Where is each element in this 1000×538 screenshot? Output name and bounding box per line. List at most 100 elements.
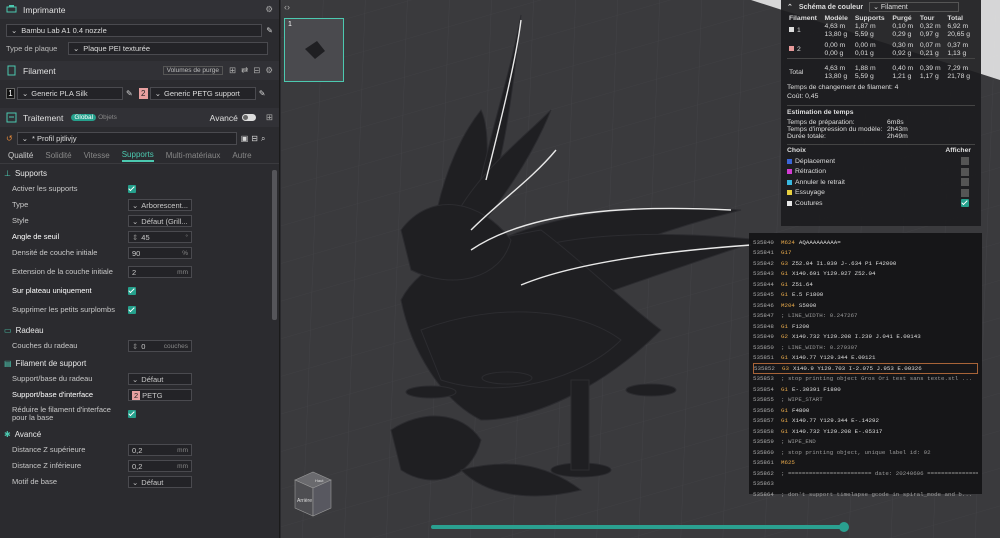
table-cell: 0,39 m [917, 58, 946, 73]
slider-handle[interactable] [839, 522, 849, 532]
table-cell: 4,63 m [822, 58, 853, 73]
travel-swatch [787, 158, 792, 164]
filament-slot-1-badge: 1 [6, 87, 15, 99]
z-top-input[interactable]: 0,2 mm [128, 444, 192, 456]
gcode-line-number: 535859 [753, 438, 774, 446]
retraction-checkbox[interactable] [961, 167, 969, 176]
sync-icon[interactable]: ⇄ [241, 65, 248, 76]
chevron-down-icon: ⌄ [21, 134, 28, 143]
purge-volumes-button[interactable]: Volumes de purge [162, 66, 223, 75]
gcode-line-number: 535853 [753, 375, 774, 383]
tab-multimaterial[interactable]: Multi-matériaux [166, 151, 221, 160]
support-filament-icon: ▤ [4, 359, 12, 368]
reduce-interface-checkbox[interactable] [128, 410, 136, 418]
initial-density-value: 90 [132, 248, 141, 258]
gcode-line-number: 535862 [753, 469, 774, 477]
tab-quality[interactable]: Qualité [8, 151, 33, 160]
gcode-args: X140.691 Y129.027 Z52.04 [791, 270, 876, 278]
collapse-icon[interactable]: ‹› [284, 2, 294, 12]
wipe-checkbox[interactable] [961, 188, 969, 197]
objects-toggle[interactable]: Objets [98, 114, 117, 121]
edit-icon[interactable]: ✎ [126, 89, 133, 98]
z-top-unit: mm [177, 446, 188, 454]
threshold-angle-input[interactable]: ⇕ 45 ° [128, 231, 192, 243]
interface-select[interactable]: 2 PETG [128, 389, 192, 401]
remove-filament-icon[interactable]: ⊟ [253, 65, 260, 76]
delete-icon[interactable]: ⊟ [251, 134, 258, 143]
total-label: Total [787, 58, 823, 81]
initial-extension-input[interactable]: 2 mm [128, 266, 192, 278]
prep-time-value: 6m8s [887, 119, 904, 126]
z-bottom-label: Distance Z inférieure [12, 461, 82, 470]
raft-layers-input[interactable]: ⇕ 0 couches [128, 340, 192, 352]
table-cell: 1,13 g [947, 50, 967, 57]
gcode-line-number: 535846 [753, 301, 774, 309]
gcode-args: ; WIPE_END [781, 438, 816, 446]
style-select[interactable]: ⌄ Défaut (Grill... [128, 215, 192, 227]
edit-icon[interactable]: ✎ [259, 89, 266, 98]
show-header: Afficher [945, 147, 971, 154]
gcode-line: 535861 M625 [753, 458, 978, 469]
reset-icon[interactable]: ↺ [6, 134, 13, 143]
color-scheme-select[interactable]: ⌄ Filament [869, 2, 960, 12]
tab-strength[interactable]: Solidité [45, 151, 71, 160]
filament-icon [6, 65, 17, 76]
table-cell: 0,92 g [892, 50, 912, 57]
save-icon[interactable]: ▣ [241, 134, 249, 143]
printer-header: Imprimante ⚙ [0, 0, 279, 19]
seams-checkbox[interactable] [961, 199, 969, 208]
choice-wipe: Essuyage [795, 189, 825, 197]
unretract-checkbox[interactable] [961, 178, 969, 187]
settings-icon[interactable]: ⚙ [265, 65, 273, 76]
table-cell: 0,00 m [854, 42, 876, 49]
compare-icon[interactable]: ⊞ [266, 112, 273, 123]
chevron-down-icon: ⌄ [873, 4, 881, 11]
initial-density-label: Densité de couche initiale [12, 248, 98, 257]
travel-checkbox[interactable] [961, 157, 969, 166]
filament-table: Filament Modèle Supports Purgé Tour Tota… [787, 15, 975, 81]
gcode-line: 535854 G1 E-.30391 F1800 [753, 384, 978, 395]
gcode-line: 535860 ; stop printing object, unique lab… [753, 447, 978, 458]
scrollbar[interactable] [272, 170, 277, 320]
search-icon[interactable]: ⌕ [261, 134, 265, 144]
printer-select[interactable]: ⌄ Bambu Lab A1 0.4 nozzle [6, 23, 263, 37]
plate-only-checkbox[interactable] [128, 287, 136, 295]
gcode-line-number: 535847 [753, 312, 774, 320]
tab-speed[interactable]: Vitesse [84, 151, 110, 160]
3d-viewport[interactable]: ‹› 1 ⌃ Schéma de couleur ⌄ Filament Filame… [281, 0, 1000, 538]
plate-thumbnail[interactable]: 1 [284, 18, 344, 82]
initial-density-input[interactable]: 90% [128, 247, 192, 259]
edit-icon[interactable]: ✎ [266, 26, 273, 35]
filament-slot-2-select[interactable]: ⌄ Generic PETG support [149, 86, 256, 100]
filament-slot-1-select[interactable]: ⌄ Generic PLA Silk [17, 86, 123, 100]
filament-1-id: 1 [797, 27, 801, 34]
type-select[interactable]: ⌄ Arborescent... [128, 199, 192, 211]
base-pattern-select[interactable]: ⌄ Défaut [128, 476, 192, 488]
tab-other[interactable]: Autre [232, 151, 251, 160]
add-filament-icon[interactable]: ⊞ [229, 65, 236, 76]
gcode-line-number: 535842 [753, 259, 774, 267]
gcode-command: G1 [781, 270, 788, 278]
plate-type-select[interactable]: ⌄ Plaque PEI texturée [68, 41, 268, 55]
advanced-switch[interactable] [241, 114, 256, 121]
gcode-args: X140.9 Y129.703 I-2.075 J.953 E.00326 [792, 364, 922, 372]
view-cube[interactable]: Haut Arrière [291, 468, 333, 520]
stepper-icon[interactable]: ⇕ [132, 342, 138, 351]
raft-icon: ▭ [4, 326, 12, 335]
process-profile-select[interactable]: ⌄ * Profil pjtlivjy [16, 132, 237, 145]
stepper-icon[interactable]: ⇕ [132, 233, 138, 242]
raft-base-select[interactable]: ⌄ Défaut [128, 373, 192, 385]
z-bottom-input[interactable]: 0,2 mm [128, 460, 192, 472]
layer-slider[interactable] [431, 522, 849, 532]
style-label: Style [12, 216, 29, 225]
enable-supports-checkbox[interactable] [128, 185, 136, 193]
gcode-args: ; don't support timelapse gcode in spira… [781, 490, 973, 498]
global-toggle[interactable]: Global [71, 114, 97, 121]
printer-settings-icon[interactable]: ⚙ [265, 4, 273, 15]
interface-badge: 2 [132, 390, 141, 400]
collapse-legend-icon[interactable]: ⌃ [787, 3, 793, 11]
gcode-viewer: 535840 M624 AQAAAAAAAAA= 535841 G17 535842 G3 Z… [749, 233, 982, 498]
model-time-value: 2h43m [887, 126, 908, 133]
tab-supports[interactable]: Supports [121, 150, 154, 162]
remove-small-checkbox[interactable] [128, 306, 136, 314]
